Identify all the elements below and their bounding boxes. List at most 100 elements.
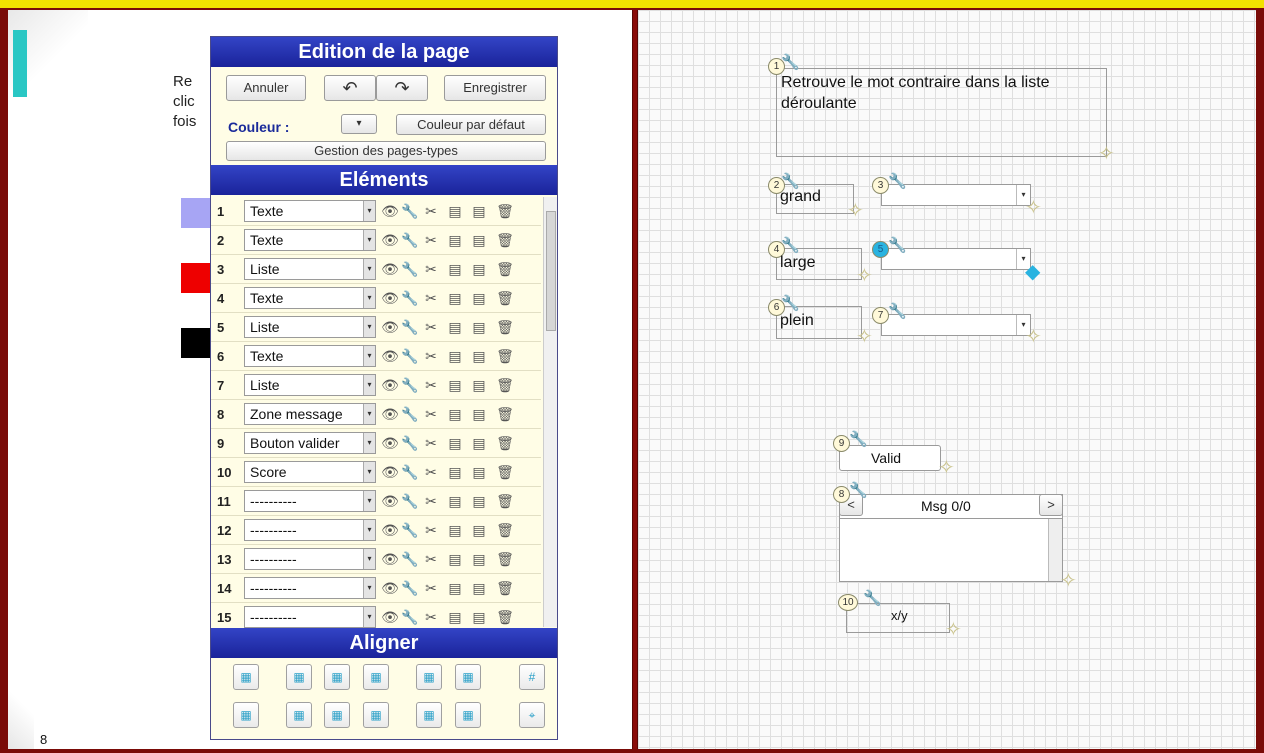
resize-handle-icon[interactable]: ✧ <box>856 266 873 286</box>
trash-icon[interactable]: 🗑 <box>496 549 514 569</box>
wrench-icon[interactable]: 🔧 <box>781 237 800 255</box>
page-templates-button[interactable]: Gestion des pages-types <box>226 141 546 161</box>
scissors-icon[interactable]: ✂ <box>422 404 440 424</box>
trash-icon[interactable]: 🗑 <box>496 433 514 453</box>
wrench-icon[interactable]: 🔧 <box>401 462 419 482</box>
eye-icon[interactable]: 👁 <box>381 230 399 250</box>
eye-icon[interactable]: 👁 <box>381 491 399 511</box>
scissors-icon[interactable]: ✂ <box>422 230 440 250</box>
copy-icon[interactable]: ▤ <box>446 404 464 424</box>
trash-icon[interactable]: 🗑 <box>496 375 514 395</box>
copy-icon[interactable]: ▤ <box>446 462 464 482</box>
copy-icon[interactable]: ▤ <box>446 230 464 250</box>
resize-handle-icon[interactable]: ✧ <box>1025 327 1042 347</box>
eye-icon[interactable]: 👁 <box>381 433 399 453</box>
element-row[interactable]: 13 ---------- ▾ 👁 🔧 ✂ ▤ ▤ 🗑 <box>211 545 541 574</box>
copy-icon[interactable]: ▤ <box>446 375 464 395</box>
element-type-select[interactable]: ---------- ▾ <box>244 519 376 541</box>
element-row[interactable]: 2 Texte ▾ 👁 🔧 ✂ ▤ ▤ 🗑 <box>211 226 541 255</box>
wrench-icon[interactable]: 🔧 <box>401 404 419 424</box>
paste-icon[interactable]: ▤ <box>470 404 488 424</box>
resize-handle-icon[interactable]: ✧ <box>1025 198 1042 218</box>
wrench-icon[interactable]: 🔧 <box>401 201 419 221</box>
wrench-icon[interactable]: 🔧 <box>401 288 419 308</box>
wrench-icon[interactable]: 🔧 <box>401 520 419 540</box>
right-page-canvas[interactable]: 1 🔧 Retrouve le mot contraire dans la li… <box>638 10 1256 749</box>
trash-icon[interactable]: 🗑 <box>496 491 514 511</box>
element-type-select[interactable]: Texte ▾ <box>244 345 376 367</box>
align-right-button[interactable]: ▦ <box>363 664 389 690</box>
element-type-select[interactable]: Score ▾ <box>244 461 376 483</box>
trash-icon[interactable]: 🗑 <box>496 346 514 366</box>
trash-icon[interactable]: 🗑 <box>496 607 514 627</box>
wrench-icon[interactable]: 🔧 <box>781 54 800 72</box>
copy-icon[interactable]: ▤ <box>446 259 464 279</box>
color-swatch-lavender[interactable] <box>181 198 211 228</box>
eye-icon[interactable]: 👁 <box>381 404 399 424</box>
eye-icon[interactable]: 👁 <box>381 375 399 395</box>
paste-icon[interactable]: ▤ <box>470 520 488 540</box>
wrench-icon[interactable]: 🔧 <box>888 173 907 191</box>
copy-icon[interactable]: ▤ <box>446 607 464 627</box>
eye-icon[interactable]: 👁 <box>381 462 399 482</box>
trash-icon[interactable]: 🗑 <box>496 462 514 482</box>
cancel-button[interactable]: Annuler <box>226 75 306 101</box>
scissors-icon[interactable]: ✂ <box>422 288 440 308</box>
paste-icon[interactable]: ▤ <box>470 491 488 511</box>
element-row[interactable]: 10 Score ▾ 👁 🔧 ✂ ▤ ▤ 🗑 <box>211 458 541 487</box>
copy-icon[interactable]: ▤ <box>446 433 464 453</box>
color-picker[interactable]: ▾ <box>341 114 377 134</box>
elements-scrollbar[interactable] <box>543 197 557 627</box>
element-row[interactable]: 5 Liste ▾ 👁 🔧 ✂ ▤ ▤ 🗑 <box>211 313 541 342</box>
element-type-select[interactable]: Bouton valider ▾ <box>244 432 376 454</box>
element-row[interactable]: 11 ---------- ▾ 👁 🔧 ✂ ▤ ▤ 🗑 <box>211 487 541 516</box>
wrench-icon[interactable]: 🔧 <box>401 578 419 598</box>
wrench-icon[interactable]: 🔧 <box>781 295 800 313</box>
eye-icon[interactable]: 👁 <box>381 578 399 598</box>
resize-handle-icon[interactable]: ✧ <box>945 620 962 640</box>
message-text-area[interactable] <box>839 518 1063 582</box>
element-type-select[interactable]: Texte ▾ <box>244 287 376 309</box>
msg-next-button[interactable]: > <box>1039 494 1063 516</box>
scissors-icon[interactable]: ✂ <box>422 346 440 366</box>
same-size-button[interactable]: ▦ <box>233 702 259 728</box>
element-row[interactable]: 3 Liste ▾ 👁 🔧 ✂ ▤ ▤ 🗑 <box>211 255 541 284</box>
eye-icon[interactable]: 👁 <box>381 520 399 540</box>
element-row[interactable]: 12 ---------- ▾ 👁 🔧 ✂ ▤ ▤ 🗑 <box>211 516 541 545</box>
scissors-icon[interactable]: ✂ <box>422 549 440 569</box>
eye-icon[interactable]: 👁 <box>381 607 399 627</box>
align-center-h-button[interactable]: ▦ <box>324 664 350 690</box>
copy-icon[interactable]: ▤ <box>446 288 464 308</box>
copy-icon[interactable]: ▤ <box>446 317 464 337</box>
copy-icon[interactable]: ▤ <box>446 520 464 540</box>
trash-icon[interactable]: 🗑 <box>496 520 514 540</box>
resize-handle-icon[interactable]: ✧ <box>856 327 873 347</box>
align-top-edge-button[interactable]: ▦ <box>286 702 312 728</box>
align-middle-button[interactable]: ▦ <box>324 702 350 728</box>
element-row[interactable]: 1 Texte ▾ 👁 🔧 ✂ ▤ ▤ 🗑 <box>211 197 541 226</box>
scrollbar-thumb[interactable] <box>546 211 556 331</box>
wrench-icon[interactable]: 🔧 <box>849 482 868 500</box>
wrench-icon[interactable]: 🔧 <box>849 431 868 449</box>
wrench-icon[interactable]: 🔧 <box>401 317 419 337</box>
element-type-select[interactable]: Texte ▾ <box>244 229 376 251</box>
wrench-icon[interactable]: 🔧 <box>401 433 419 453</box>
element-type-select[interactable]: ---------- ▾ <box>244 577 376 599</box>
resize-handle-icon[interactable]: ◆ <box>1025 262 1041 282</box>
trash-icon[interactable]: 🗑 <box>496 578 514 598</box>
trash-icon[interactable]: 🗑 <box>496 288 514 308</box>
copy-icon[interactable]: ▤ <box>446 201 464 221</box>
wrench-icon[interactable]: 🔧 <box>401 230 419 250</box>
copy-icon[interactable]: ▤ <box>446 578 464 598</box>
scissors-icon[interactable]: ✂ <box>422 578 440 598</box>
element-type-select[interactable]: Liste ▾ <box>244 258 376 280</box>
paste-icon[interactable]: ▤ <box>470 346 488 366</box>
copy-icon[interactable]: ▤ <box>446 346 464 366</box>
paste-icon[interactable]: ▤ <box>470 549 488 569</box>
element-row[interactable]: 4 Texte ▾ 👁 🔧 ✂ ▤ ▤ 🗑 <box>211 284 541 313</box>
align-bottom-button[interactable]: ▦ <box>363 702 389 728</box>
paste-icon[interactable]: ▤ <box>470 230 488 250</box>
paste-icon[interactable]: ▤ <box>470 607 488 627</box>
element-type-select[interactable]: Zone message ▾ <box>244 403 376 425</box>
wrench-icon[interactable]: 🔧 <box>401 491 419 511</box>
